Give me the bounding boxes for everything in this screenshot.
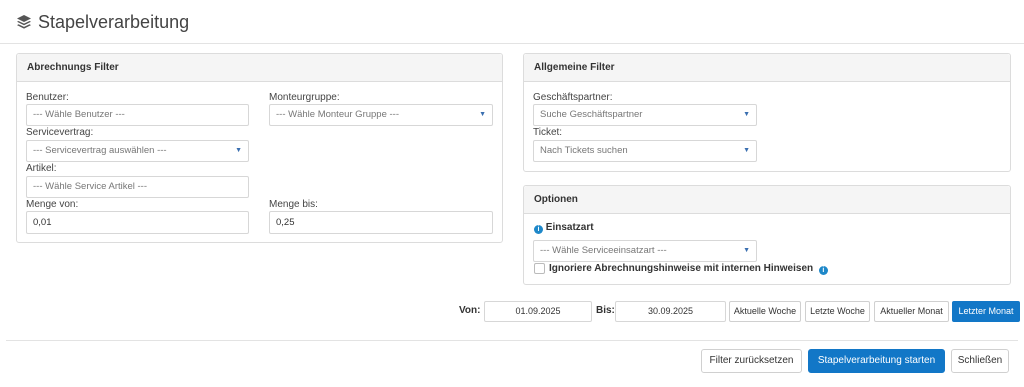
date-from-value: 01.09.2025	[515, 306, 561, 316]
deployment-label-row: i Einsatzart	[534, 221, 594, 235]
chevron-down-icon: ▼	[235, 147, 242, 154]
date-from-label: Von:	[459, 305, 481, 316]
partner-placeholder: Suche Geschäftspartner	[540, 109, 643, 120]
article-input[interactable]: --- Wähle Service Artikel ---	[26, 176, 249, 198]
user-input[interactable]: --- Wähle Benutzer ---	[26, 104, 249, 126]
billing-filter-heading: Abrechnungs Filter	[17, 54, 502, 82]
footer-divider	[6, 340, 1018, 341]
layers-icon	[17, 15, 31, 29]
qty-to-value: 0,25	[276, 217, 295, 228]
ticket-select[interactable]: Nach Tickets suchen ▼	[533, 140, 757, 162]
preset-last-month-button[interactable]: Letzter Monat	[952, 301, 1020, 322]
ticket-placeholder: Nach Tickets suchen	[540, 145, 628, 156]
info-icon[interactable]: i	[534, 225, 543, 234]
date-to-input[interactable]: 30.09.2025	[615, 301, 726, 322]
page-header: Stapelverarbeitung	[0, 0, 1024, 44]
deployment-select[interactable]: --- Wähle Serviceeinsatzart --- ▼	[533, 240, 757, 262]
chevron-down-icon: ▼	[479, 111, 486, 118]
preset-current-month-button[interactable]: Aktueller Monat	[874, 301, 949, 322]
contract-label: Servicevertrag:	[26, 127, 94, 138]
start-batch-button[interactable]: Stapelverarbeitung starten	[808, 349, 945, 373]
general-filter-heading: Allgemeine Filter	[524, 54, 1010, 82]
chevron-down-icon: ▼	[743, 147, 750, 154]
date-to-label: Bis:	[596, 305, 615, 316]
partner-select[interactable]: Suche Geschäftspartner ▼	[533, 104, 757, 126]
qty-from-value: 0,01	[33, 217, 52, 228]
group-placeholder: --- Wähle Monteur Gruppe ---	[276, 109, 400, 120]
options-heading: Optionen	[524, 186, 1010, 214]
qty-from-input[interactable]: 0,01	[26, 211, 249, 234]
group-label: Monteurgruppe:	[269, 92, 340, 103]
chevron-down-icon: ▼	[743, 247, 750, 254]
info-icon[interactable]: i	[818, 266, 828, 275]
ignore-hints-label[interactable]: Ignoriere Abrechnungshinweise mit intern…	[549, 263, 813, 274]
user-label: Benutzer:	[26, 92, 69, 103]
user-placeholder: --- Wähle Benutzer ---	[33, 109, 125, 120]
qty-to-input[interactable]: 0,25	[269, 211, 493, 234]
partner-label: Geschäftspartner:	[533, 92, 613, 103]
group-select[interactable]: --- Wähle Monteur Gruppe --- ▼	[269, 104, 493, 126]
ticket-label: Ticket:	[533, 127, 563, 138]
page-title: Stapelverarbeitung	[38, 12, 190, 32]
article-label: Artikel:	[26, 163, 57, 174]
chevron-down-icon: ▼	[743, 111, 750, 118]
date-from-input[interactable]: 01.09.2025	[484, 301, 592, 322]
preset-current-week-button[interactable]: Aktuelle Woche	[729, 301, 801, 322]
deployment-label: Einsatzart	[545, 222, 594, 233]
ignore-hints-checkbox[interactable]	[534, 263, 545, 274]
qty-to-label: Menge bis:	[269, 199, 318, 210]
contract-select[interactable]: --- Servicevertrag auswählen --- ▼	[26, 140, 249, 162]
contract-placeholder: --- Servicevertrag auswählen ---	[33, 145, 167, 156]
close-button[interactable]: Schließen	[951, 349, 1009, 373]
reset-filter-button[interactable]: Filter zurücksetzen	[701, 349, 802, 373]
article-placeholder: --- Wähle Service Artikel ---	[33, 181, 148, 192]
qty-from-label: Menge von:	[26, 199, 79, 210]
deployment-placeholder: --- Wähle Serviceeinsatzart ---	[540, 245, 667, 256]
preset-last-week-button[interactable]: Letzte Woche	[805, 301, 870, 322]
date-to-value: 30.09.2025	[647, 306, 694, 316]
ignore-hints-row: Ignoriere Abrechnungshinweise mit intern…	[549, 262, 828, 276]
